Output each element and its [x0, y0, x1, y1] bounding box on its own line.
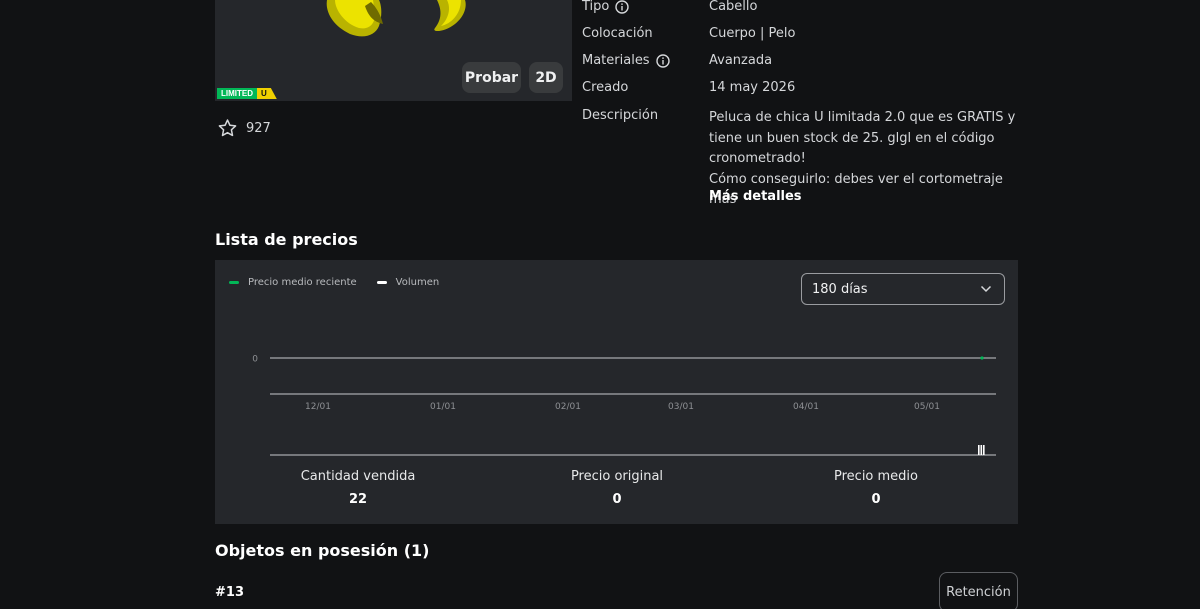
stat-average-price: Precio medio 0: [834, 469, 918, 507]
limited-label: LIMITED: [217, 88, 257, 99]
limited-u-badge: LIMITED U: [217, 88, 277, 99]
try-on-button[interactable]: Probar: [462, 62, 521, 93]
hold-button[interactable]: Retención: [939, 572, 1018, 609]
detail-label-placement: Colocación: [582, 26, 653, 41]
period-select-value: 180 días: [812, 281, 868, 297]
view-2d-button[interactable]: 2D: [529, 62, 563, 93]
price-list-title: Lista de precios: [215, 230, 358, 249]
stat-original-price: Precio original 0: [570, 469, 664, 507]
favorite-button[interactable]: 927: [217, 118, 271, 138]
info-icon[interactable]: [655, 53, 670, 68]
detail-label-type: Tipo: [582, 0, 630, 14]
owned-serial-number: #13: [215, 585, 244, 600]
detail-value-placement: Cuerpo | Pelo: [709, 26, 796, 41]
limited-u-label: U: [257, 88, 277, 99]
chart-legend: Precio medio reciente Volumen: [229, 277, 459, 288]
stat-quantity-sold: Cantidad vendida 22: [300, 469, 416, 507]
legend-swatch-white: [376, 281, 387, 284]
detail-value-type: Cabello: [709, 0, 758, 14]
favorite-count: 927: [246, 120, 271, 136]
info-icon[interactable]: [615, 0, 630, 14]
detail-value-materials: Avanzada: [709, 53, 773, 68]
detail-value-created: 14 may 2026: [709, 80, 796, 95]
owned-items-title: Objetos en posesión (1): [215, 541, 430, 560]
detail-label-materials: Materiales: [582, 53, 670, 68]
legend-item-avg-price[interactable]: Precio medio reciente: [229, 277, 357, 288]
period-select[interactable]: 180 días: [801, 273, 1005, 305]
star-icon: [218, 119, 237, 137]
legend-swatch-green: [229, 281, 239, 284]
legend-item-volume[interactable]: Volumen: [376, 277, 439, 288]
detail-label-description: Descripción: [582, 108, 659, 123]
chevron-down-icon: [980, 285, 992, 293]
more-details-link[interactable]: Más detalles: [709, 189, 802, 204]
detail-label-created: Creado: [582, 80, 629, 95]
